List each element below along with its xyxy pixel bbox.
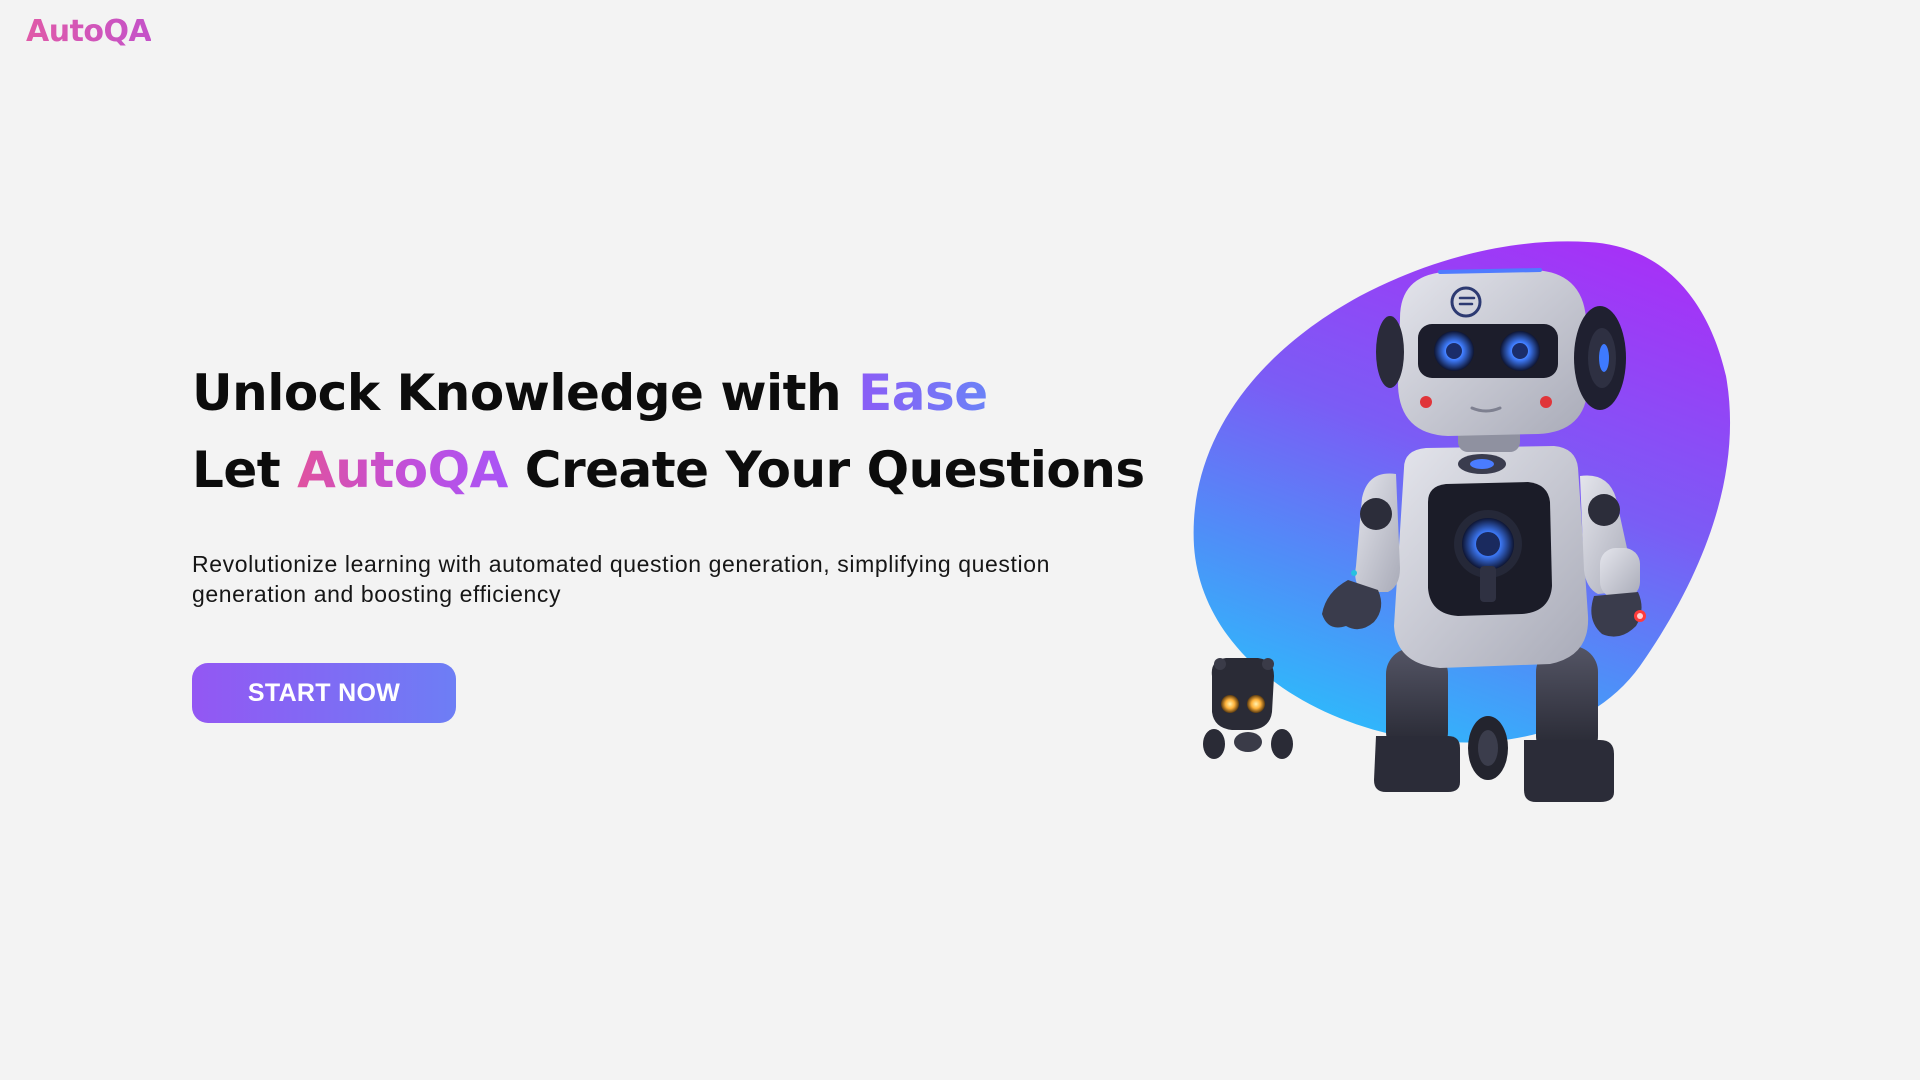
headline-line1-prefix: Unlock Knowledge with	[192, 364, 859, 422]
start-now-button[interactable]: START NOW	[192, 663, 456, 723]
headline-highlight-ease: Ease	[858, 364, 988, 422]
hero-section: Unlock Knowledge with Ease Let AutoQA Cr…	[192, 355, 1145, 723]
hero-subtitle: Revolutionize learning with automated qu…	[192, 551, 1051, 607]
brand-logo[interactable]: AutoQA	[26, 14, 152, 49]
headline-highlight-brand: AutoQA	[297, 441, 508, 499]
robot-torso	[1394, 446, 1589, 668]
headline-line2-suffix: Create Your Questions	[507, 441, 1145, 499]
hero-headline-line1: Unlock Knowledge with Ease	[192, 355, 1092, 432]
robot-illustration-icon	[1190, 236, 1750, 816]
headline-line2-prefix: Let	[192, 441, 298, 499]
hero-headline-line2: Let AutoQA Create Your Questions	[192, 432, 1145, 509]
